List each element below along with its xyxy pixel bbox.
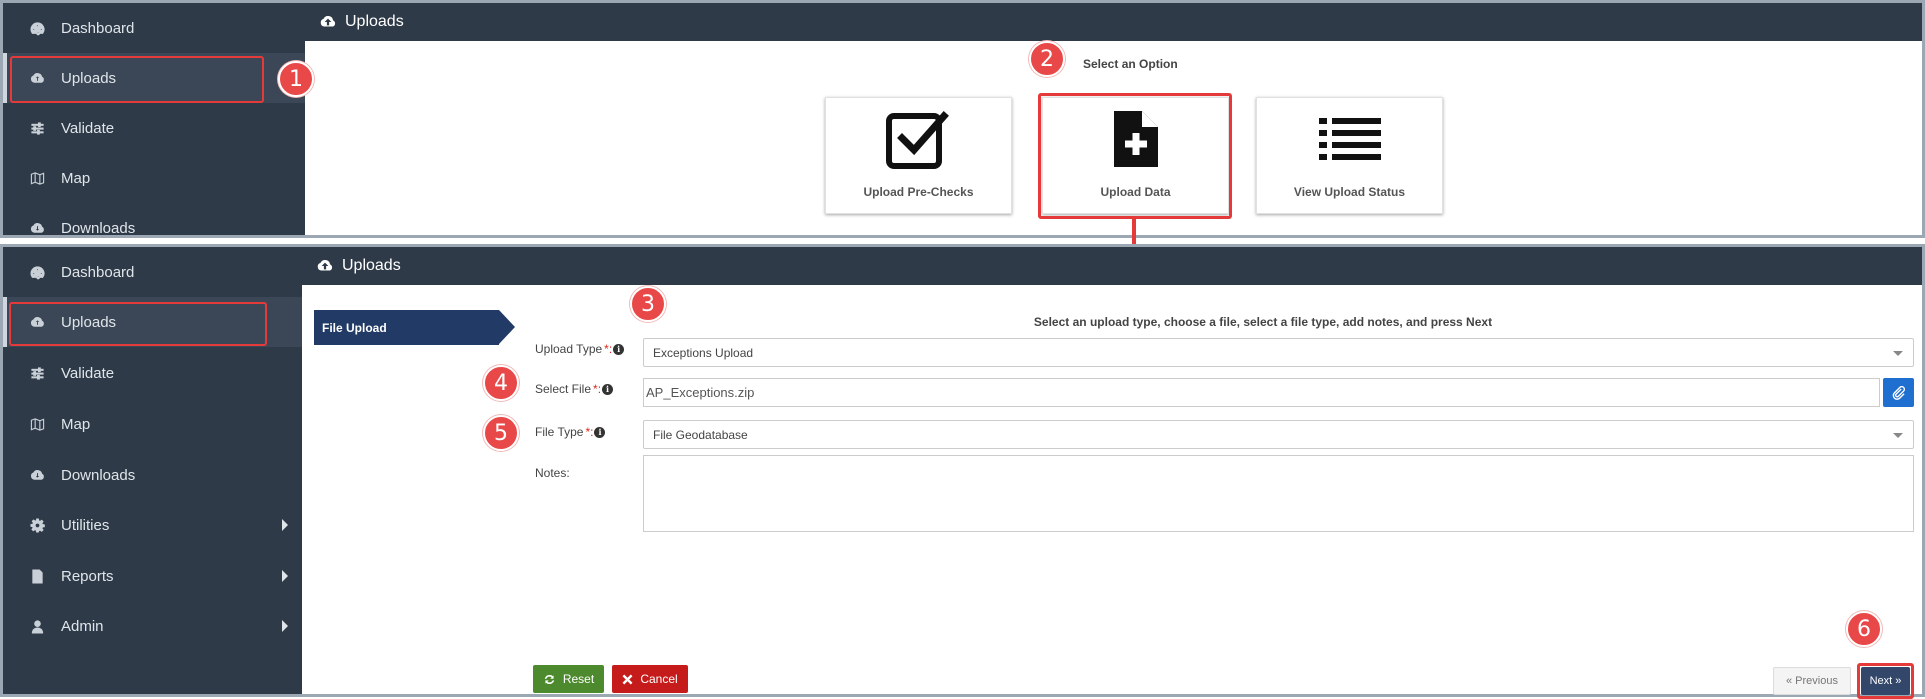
close-icon <box>622 674 633 684</box>
notes-textarea[interactable] <box>643 455 1914 532</box>
header-bar: Uploads <box>302 247 1922 285</box>
select-option-title: Select an Option <box>1083 57 1178 71</box>
sidebar-item-label: Admin <box>61 617 104 635</box>
list-icon <box>1318 108 1381 170</box>
callout-6: 6 <box>1846 611 1882 647</box>
file-icon <box>27 566 47 586</box>
attach-file-button[interactable] <box>1883 378 1914 407</box>
select-file-label-text: Select File <box>535 382 592 396</box>
sidebar-item-label: Map <box>61 415 91 433</box>
option-view-upload-status[interactable]: View Upload Status <box>1256 97 1443 214</box>
header-bar: Uploads <box>305 3 1922 41</box>
sidebar-item-validate[interactable]: Validate <box>3 103 305 153</box>
sidebar-item-dashboard[interactable]: Dashboard <box>3 247 302 297</box>
sidebar-item-label: Dashboard <box>61 19 135 37</box>
sidebar-item-label: Map <box>61 169 91 187</box>
cloud-download-icon <box>27 218 47 238</box>
sidebar-item-label: Validate <box>61 364 115 382</box>
select-file-value: AP_Exceptions.zip <box>646 385 755 400</box>
sidebar-item-utilities[interactable]: Utilities <box>3 500 302 550</box>
sidebar-item-label: Utilities <box>61 516 110 534</box>
file-upload-screen: Dashboard Uploads Validate Map Downloads… <box>0 244 1925 699</box>
paperclip-icon <box>1892 385 1905 400</box>
sidebar-item-downloads[interactable]: Downloads <box>3 450 302 500</box>
callout-2: 2 <box>1029 41 1065 77</box>
required-mark: *: <box>604 342 613 356</box>
option-upload-pre-checks[interactable]: Upload Pre-Checks <box>825 97 1012 214</box>
chevron-right-icon <box>282 570 288 582</box>
sidebar-item-label: Validate <box>61 119 115 137</box>
caret-down-icon <box>1893 433 1903 438</box>
reset-label: Reset <box>562 672 595 686</box>
checkbox-icon <box>885 108 952 170</box>
option-label: View Upload Status <box>1293 185 1406 199</box>
option-label: Upload Pre-Checks <box>863 185 974 199</box>
previous-button[interactable]: « Previous <box>1773 667 1851 695</box>
cancel-button[interactable]: Cancel <box>612 665 688 693</box>
sidebar-item-map[interactable]: Map <box>3 153 305 203</box>
sidebar-item-label: Downloads <box>61 466 136 484</box>
gear-icon <box>27 515 47 535</box>
upload-type-label-text: Upload Type <box>535 342 603 356</box>
file-type-select[interactable]: File Geodatabase <box>643 420 1914 449</box>
sidebar-item-label: Downloads <box>61 219 136 237</box>
file-type-label-text: File Type <box>535 425 584 439</box>
sidebar-item-map[interactable]: Map <box>3 399 302 449</box>
page-title: Uploads <box>342 257 401 274</box>
notes-label: Notes: <box>535 466 570 480</box>
sidebar-item-label: Reports <box>61 567 114 585</box>
cloud-download-icon <box>27 465 47 485</box>
user-icon <box>27 616 47 636</box>
uploads-highlight-box <box>10 56 264 103</box>
callout-4: 4 <box>483 365 519 401</box>
upload-type-select[interactable]: Exceptions Upload <box>643 338 1914 367</box>
uploads-options-screen: Dashboard Uploads Validate Map Downloads… <box>0 0 1925 238</box>
uploads-highlight-box <box>9 302 267 346</box>
file-type-value: File Geodatabase <box>653 427 748 442</box>
page-title: Uploads <box>345 13 404 30</box>
required-mark: *: <box>585 425 594 439</box>
refresh-icon <box>544 674 555 684</box>
chevron-right-icon <box>282 519 288 531</box>
sidebar-item-admin[interactable]: Admin <box>3 601 302 651</box>
cloud-upload-icon <box>316 257 334 275</box>
upload-type-value: Exceptions Upload <box>653 345 754 360</box>
sidebar-item-dashboard[interactable]: Dashboard <box>3 3 305 53</box>
caret-down-icon <box>1893 351 1903 356</box>
select-file-input[interactable]: AP_Exceptions.zip <box>643 378 1880 407</box>
upload-instructions: Select an upload type, choose a file, se… <box>1033 315 1493 329</box>
sidebar-item-label: Dashboard <box>61 263 135 281</box>
callout-1: 1 <box>278 61 314 97</box>
file-type-label: File Type *: i <box>535 425 606 439</box>
chevron-right-icon <box>282 620 288 632</box>
info-icon[interactable]: i <box>613 343 625 355</box>
info-icon[interactable]: i <box>594 426 606 438</box>
reset-button[interactable]: Reset <box>533 665 604 693</box>
callout-5: 5 <box>483 415 519 451</box>
sidebar: Dashboard Uploads Validate Map Downloads <box>3 3 305 238</box>
cancel-label: Cancel <box>640 672 678 686</box>
upload-data-highlight-box <box>1038 93 1232 219</box>
required-mark: *: <box>593 382 602 396</box>
sliders-icon <box>27 118 47 138</box>
cloud-upload-icon <box>319 13 337 31</box>
sidebar-item-reports[interactable]: Reports <box>3 551 302 601</box>
info-icon[interactable]: i <box>602 383 614 395</box>
map-icon <box>27 414 47 434</box>
wizard-step-file-upload[interactable]: File Upload <box>314 310 515 345</box>
sliders-icon <box>27 363 47 383</box>
select-file-label: Select File *: i <box>535 382 614 396</box>
next-highlight-box <box>1857 663 1914 699</box>
dashboard-icon <box>27 18 47 38</box>
upload-type-label: Upload Type *: i <box>535 342 625 356</box>
map-icon <box>27 168 47 188</box>
sidebar-item-validate[interactable]: Validate <box>3 348 302 398</box>
dashboard-icon <box>27 262 47 282</box>
